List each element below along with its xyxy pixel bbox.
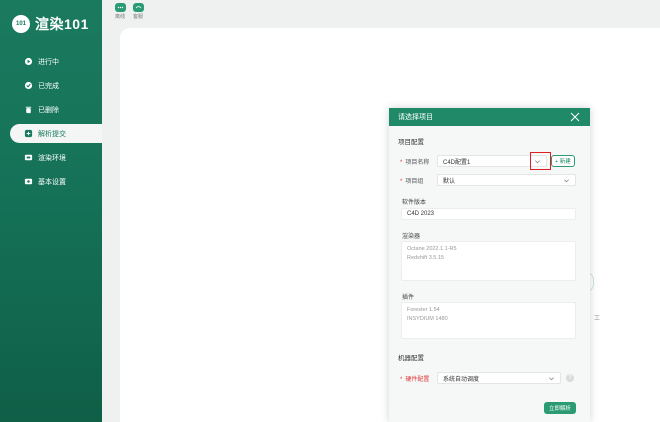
chevron-down-icon [549,377,554,381]
sidebar-item-settings[interactable]: 基本设置 [10,172,102,191]
renderer-field: Octane 2022.1.1-R5 Redshift 3.5.15 [401,241,576,281]
sidebar-item-render-env[interactable]: 渲染环境 [10,148,102,167]
parse-now-button[interactable]: 立即解析 [544,402,577,414]
logo-badge: 101 [12,15,30,33]
support-button[interactable]: 客服 [130,3,146,20]
sidebar-item-label: 解析提交 [38,130,66,138]
hardware-value: 系统自动调度 [443,376,480,383]
top-toolbar: 离线 客服 [102,0,660,28]
project-name-value: C4D配置1 [443,159,471,166]
sidebar-item-label: 进行中 [38,58,59,66]
renderer-line: Octane 2022.1.1-R5 [407,246,457,252]
plugin-line: INSYDIUM 1480 [407,316,448,322]
close-icon[interactable] [570,112,580,122]
renderer-label: 渲染器 [402,234,421,240]
sidebar-item-parse-submit[interactable]: 解析提交 [10,124,102,143]
new-project-button[interactable]: + 新建 [551,155,575,167]
logo-text: 渲染101 [35,16,89,32]
sidebar-item-deleted[interactable]: 已删除 [10,100,102,119]
plugin-line: Forester 1.54 [407,307,440,313]
project-group-label: * 项目组 [400,179,424,185]
sidebar-item-completed[interactable]: 已完成 [10,76,102,95]
select-project-dialog: 请选择项目 项目配置 * 项目名称 C4D配置1 + 新建 * 项目组 默认 软件版… [389,108,590,422]
plugins-label: 插件 [402,295,415,301]
help-icon[interactable]: ? [566,374,574,382]
sidebar: 101 渲染101 进行中 已完成 已删除 解析提交 渲染环境 基本设置 [0,0,102,422]
hardware-label: * 硬件配置 [400,377,430,383]
project-section-title: 项目配置 [398,139,424,146]
sidebar-nav: 进行中 已完成 已删除 解析提交 渲染环境 基本设置 [0,52,102,196]
hardware-select[interactable]: 系统自动调度 [437,372,561,384]
offline-label: 离线 [114,14,125,20]
project-name-label: * 项目名称 [400,160,430,166]
plugins-field: Forester 1.54 INSYDIUM 1480 [401,302,576,339]
dialog-title: 请选择项目 [398,114,433,121]
sidebar-item-label: 渲染环境 [38,154,66,162]
sidebar-item-label: 已完成 [38,82,59,90]
support-icon [132,3,144,12]
chat-icon [114,3,126,12]
offline-button[interactable]: 离线 [112,3,128,20]
software-version-field: C4D 2023 [401,208,576,220]
completed-icon [24,81,33,90]
render-env-icon [24,153,33,162]
sidebar-item-label: 基本设置 [38,178,66,186]
dialog-header: 请选择项目 [389,108,590,126]
support-label: 客服 [132,14,143,20]
project-group-select[interactable]: 默认 [437,174,576,186]
partial-text: 工 [594,316,601,322]
app-logo: 101 渲染101 [12,14,89,34]
running-icon [24,57,33,66]
trash-icon [24,105,33,114]
renderer-line: Redshift 3.5.15 [407,255,444,261]
machine-section-title: 机器配置 [398,355,424,362]
sidebar-item-running[interactable]: 进行中 [10,52,102,71]
dialog-body: 项目配置 * 项目名称 C4D配置1 + 新建 * 项目组 默认 软件版本 C4D … [389,126,590,422]
software-version-label: 软件版本 [402,200,427,206]
parse-submit-icon [24,129,33,138]
project-group-value: 默认 [443,178,456,185]
settings-icon [24,177,33,186]
sidebar-item-label: 已删除 [38,106,59,114]
chevron-down-icon [564,179,569,183]
highlight-box [530,152,551,170]
